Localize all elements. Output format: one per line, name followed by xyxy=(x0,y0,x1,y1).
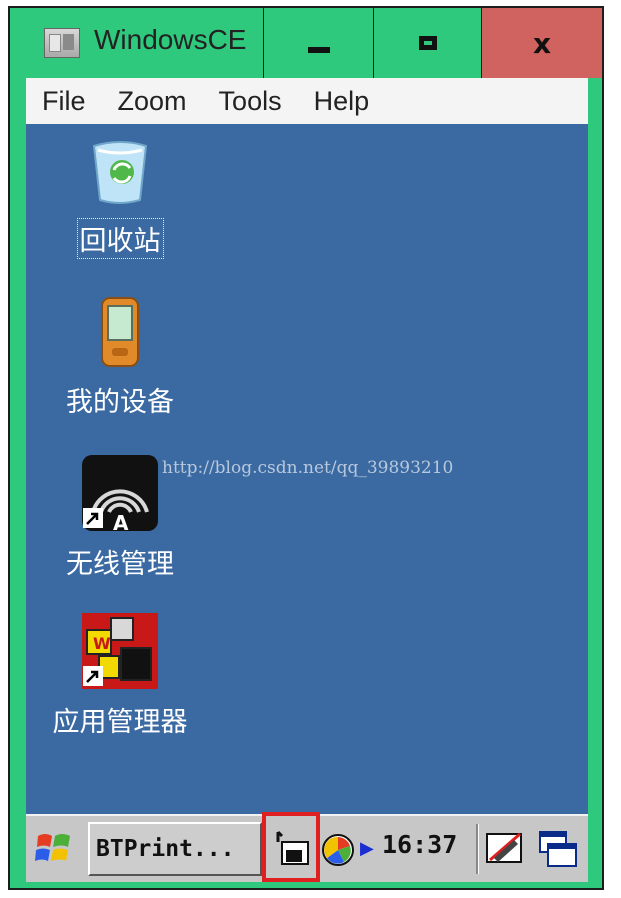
svg-text:W: W xyxy=(93,634,111,653)
menu-file[interactable]: File xyxy=(26,86,102,117)
desktop-icon-app-manager[interactable]: W 应用管理器 xyxy=(30,612,210,739)
task-switch-icon[interactable] xyxy=(536,828,580,872)
minimize-icon xyxy=(307,47,330,53)
menu-bar: File Zoom Tools Help xyxy=(26,78,588,124)
window-title: WindowsCE xyxy=(94,24,247,55)
maximize-icon xyxy=(418,36,437,50)
network-tray-icon[interactable] xyxy=(272,828,312,870)
desktop-icon-label: 应用管理器 xyxy=(52,707,188,738)
desktop-icon-label: 我的设备 xyxy=(66,387,174,418)
menu-help[interactable]: Help xyxy=(298,86,386,117)
desktop-icon-label: 无线管理 xyxy=(66,549,174,580)
desktop: 回收站 我的设备 A 无线管理 W 应用管理器 http://blog.csdn… xyxy=(26,124,588,814)
svg-text:A: A xyxy=(113,511,129,532)
close-button[interactable]: x xyxy=(481,8,602,78)
menu-tools[interactable]: Tools xyxy=(203,86,298,117)
wireless-manager-icon: A xyxy=(82,455,158,535)
my-device-icon xyxy=(101,297,139,367)
pen-input-icon[interactable] xyxy=(484,828,526,868)
windowsce-window: WindowsCE x File Zoom Tools Help 回收站 我的设… xyxy=(8,6,604,890)
watermark-text: http://blog.csdn.net/qq_39893210 xyxy=(162,458,454,478)
tray-expand-arrow-icon[interactable]: ▶ xyxy=(360,838,374,859)
menu-zoom[interactable]: Zoom xyxy=(102,86,203,117)
desktop-icon-recycle-bin[interactable]: 回收站 xyxy=(30,136,210,259)
title-bar[interactable]: WindowsCE x xyxy=(10,8,602,78)
desktop-icon-my-device[interactable]: 我的设备 xyxy=(30,294,210,419)
taskbar-clock[interactable]: 16:37 xyxy=(382,830,457,859)
app-window-icon xyxy=(44,28,80,58)
close-icon: x xyxy=(532,26,552,60)
taskbar: BTPrint... ▶ 16:37 xyxy=(26,812,588,882)
minimize-button[interactable] xyxy=(263,8,373,78)
desktop-icon-label: 回收站 xyxy=(76,218,164,259)
app-manager-icon: W xyxy=(82,613,158,689)
maximize-button[interactable] xyxy=(373,8,481,78)
recycle-bin-icon xyxy=(92,141,148,204)
windows-start-icon[interactable] xyxy=(34,828,74,868)
color-wheel-icon[interactable] xyxy=(320,832,356,868)
tray-separator xyxy=(476,824,479,874)
task-button-btprint[interactable]: BTPrint... xyxy=(88,822,262,876)
